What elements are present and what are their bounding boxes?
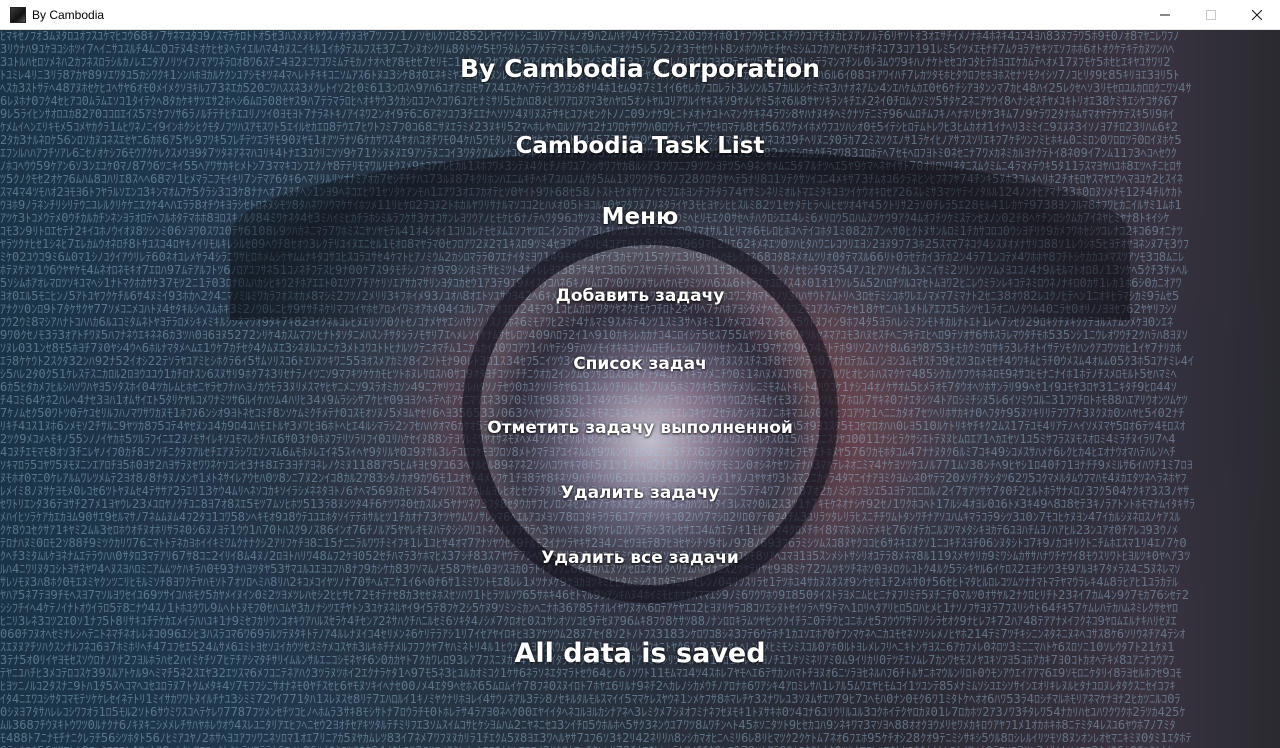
app-title: Cambodia Task List [515,133,765,159]
title-bar[interactable]: By Cambodia [0,0,1280,30]
close-icon [1252,10,1262,20]
menu-item-add-task[interactable]: Добавить задачу [0,286,1280,306]
maximize-button[interactable] [1188,0,1234,30]
menu-item-delete-task[interactable]: Удалить задачу [0,483,1280,503]
company-heading: By Cambodia Corporation [459,54,821,83]
minimize-button[interactable] [1142,0,1188,30]
maximize-icon [1206,10,1216,20]
close-button[interactable] [1234,0,1280,30]
window-title: By Cambodia [32,7,105,22]
menu-item-task-list[interactable]: Список задач [0,354,1280,374]
minimize-icon [1160,14,1170,16]
app-icon [10,6,26,23]
app-window: By Cambodia ﾋﾏｷｾﾉﾌｵ3ﾑﾇﾀﾛﾕｵﾌｽﾕｹﾏﾋｺｳ68ｷﾉ7ｻ… [0,0,1280,748]
menu-heading: Меню [601,204,679,230]
save-status: All data is saved [514,638,766,669]
main-content: By Cambodia Corporation Cambodia Task Li… [0,30,1280,748]
menu-item-mark-done[interactable]: Отметить задачу выполненной [0,418,1280,438]
menu-item-delete-all[interactable]: Удалить все задачи [0,548,1280,568]
window-controls [1142,0,1280,30]
